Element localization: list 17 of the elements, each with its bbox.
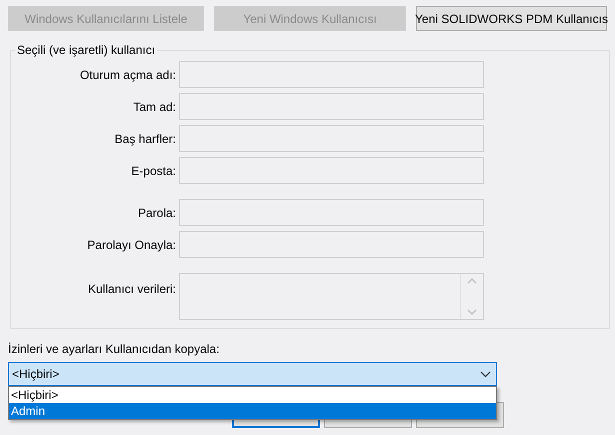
group-title: Seçili (ve işaretli) kullanıcı bbox=[16, 43, 156, 57]
toolbar-button[interactable]: Yeni SOLIDWORKS PDM Kullanıcıs bbox=[416, 6, 607, 31]
field-label: Baş harfler: bbox=[114, 132, 177, 146]
field-label: Parola: bbox=[136, 206, 177, 220]
user-dropdown[interactable]: <Hiçbiri> bbox=[8, 362, 497, 386]
field-label: Tam ad: bbox=[132, 100, 177, 114]
dropdown-option[interactable]: <Hiçbiri> bbox=[9, 387, 496, 403]
field-label: Oturum açma adı: bbox=[78, 68, 177, 82]
dropdown-option[interactable]: Admin bbox=[9, 403, 496, 419]
field-label: Kullanıcı verileri: bbox=[86, 282, 177, 296]
chevron-down-icon bbox=[480, 370, 491, 378]
scroll-up-icon bbox=[467, 278, 477, 284]
field-label: E-posta: bbox=[130, 164, 177, 178]
scroll-down-icon bbox=[467, 309, 477, 315]
copy-label: İzinleri ve ayarları Kullanıcıdan kopyala: bbox=[8, 342, 220, 356]
field-label: Parolayı Onayla: bbox=[86, 238, 177, 252]
text-area[interactable] bbox=[179, 273, 484, 320]
